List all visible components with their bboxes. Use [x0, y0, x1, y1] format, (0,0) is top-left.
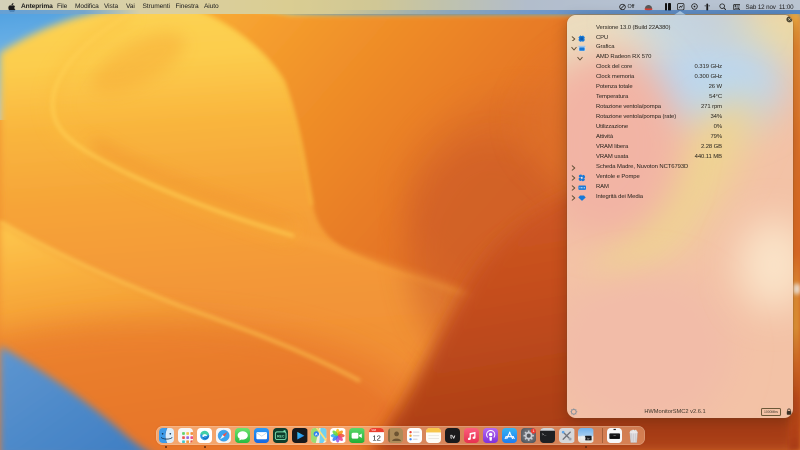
svg-text:▪▪▪: ▪▪▪: [613, 435, 615, 437]
svg-text:>_: >_: [542, 432, 547, 437]
svg-text:tv: tv: [450, 434, 456, 440]
svg-text:SAB: SAB: [371, 429, 376, 432]
svg-text:12: 12: [372, 433, 381, 442]
svg-text:1: 1: [532, 429, 534, 433]
svg-text:REC: REC: [277, 434, 285, 438]
svg-text:A: A: [315, 431, 318, 436]
